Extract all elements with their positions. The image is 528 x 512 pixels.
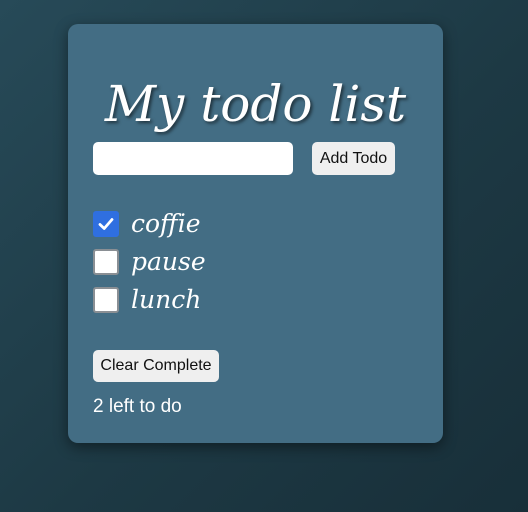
todo-checkbox[interactable] [93,211,119,237]
clear-complete-button[interactable]: Clear Complete [93,350,219,382]
add-todo-button[interactable]: Add Todo [312,142,395,175]
check-icon [98,218,114,230]
todo-item: pause [93,243,206,281]
todo-checkbox[interactable] [93,287,119,313]
todo-text: coffie [131,209,201,238]
todo-text: pause [131,247,206,276]
todo-card: My todo list Add Todo coffie pause lunch… [68,24,443,443]
todo-checkbox[interactable] [93,249,119,275]
todo-text: lunch [131,285,202,314]
todo-list: coffie pause lunch [93,205,206,319]
todo-input[interactable] [93,142,293,175]
remaining-count: 2 left to do [93,396,182,417]
todo-item: lunch [93,281,206,319]
todo-item: coffie [93,205,206,243]
page-title: My todo list [104,75,407,133]
